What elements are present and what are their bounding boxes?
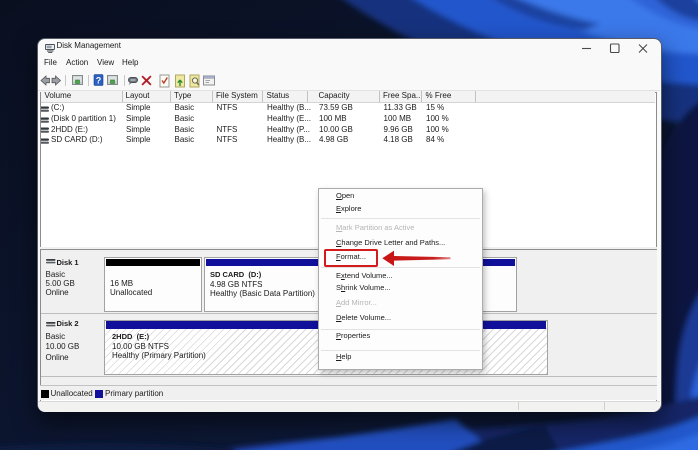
svg-text:?: ? — [96, 75, 102, 85]
